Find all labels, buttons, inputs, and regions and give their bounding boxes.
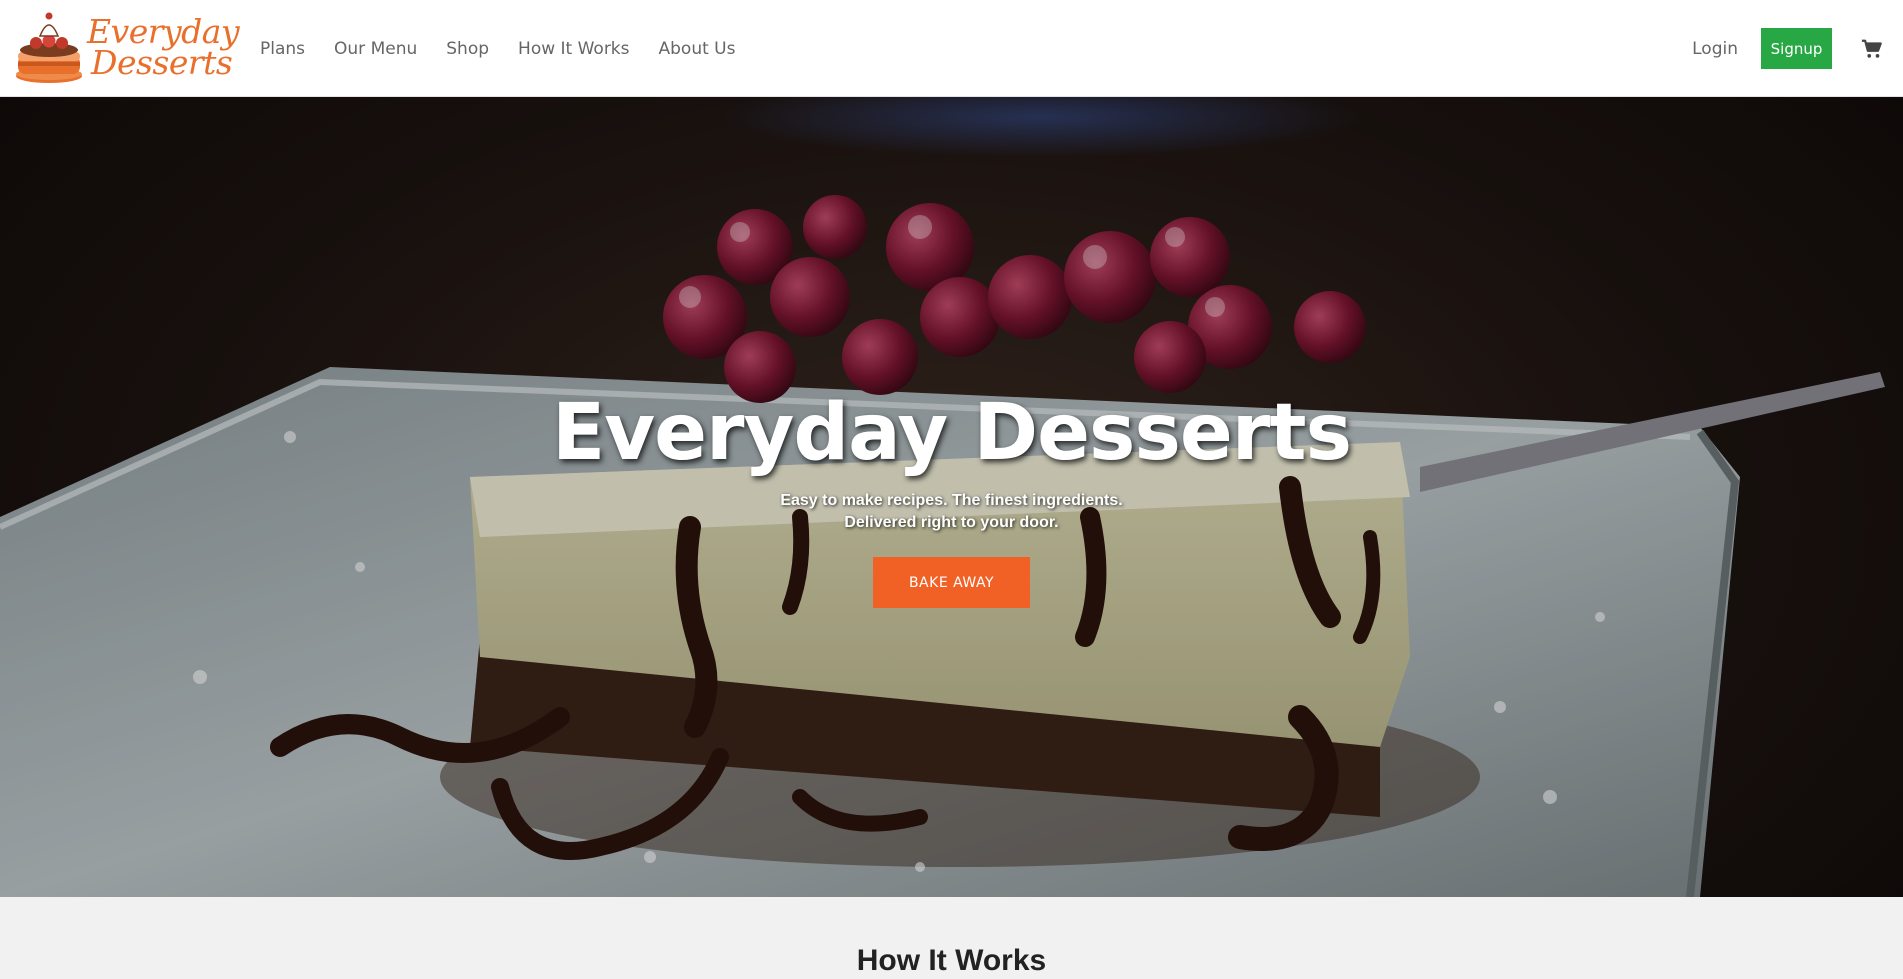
hero-subtitle-line-2: Delivered right to your door. <box>844 514 1059 531</box>
login-link[interactable]: Login <box>1692 39 1738 59</box>
hero-subtitle-line-1: Easy to make recipes. The finest ingredi… <box>780 492 1123 509</box>
how-it-works-heading: How It Works <box>856 944 1047 977</box>
nav-link-shop[interactable]: Shop <box>446 39 489 59</box>
cake-logo-icon <box>16 12 82 83</box>
account-controls: Login Signup <box>1692 0 1903 97</box>
how-it-works-section: How It Works <box>0 897 1903 979</box>
nav-link-about-us[interactable]: About Us <box>659 39 736 59</box>
hero-title: Everyday Desserts <box>552 388 1352 478</box>
cart-icon[interactable] <box>1861 38 1883 60</box>
nav-link-how-it-works[interactable]: How It Works <box>518 39 629 59</box>
primary-nav: Plans Our Menu Shop How It Works About U… <box>260 0 764 97</box>
hero-banner: Everyday Desserts Easy to make recipes. … <box>0 97 1903 897</box>
nav-link-plans[interactable]: Plans <box>260 39 305 59</box>
signup-button[interactable]: Signup <box>1761 28 1832 69</box>
brand-logo[interactable]: Everyday Desserts <box>14 10 240 84</box>
hero-content: Everyday Desserts Easy to make recipes. … <box>0 97 1903 897</box>
bake-away-button[interactable]: BAKE AWAY <box>873 557 1030 608</box>
hero-subtitle: Easy to make recipes. The finest ingredi… <box>780 490 1122 534</box>
nav-link-our-menu[interactable]: Our Menu <box>334 39 417 59</box>
brand-wordmark: Everyday Desserts <box>87 15 240 82</box>
brand-line-2: Desserts <box>91 43 233 82</box>
top-navbar: Everyday Desserts Plans Our Menu Shop Ho… <box>0 0 1903 97</box>
